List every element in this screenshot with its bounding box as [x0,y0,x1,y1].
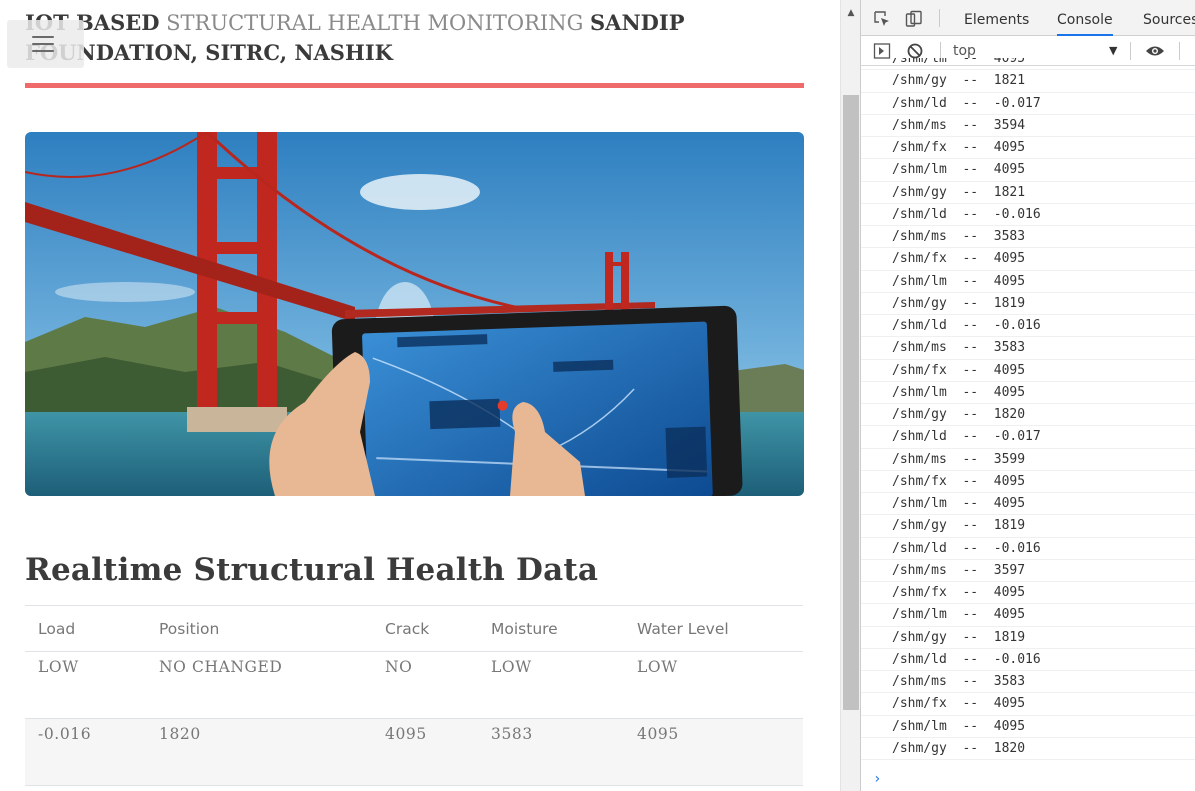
console-log-line: /shm/ms -- 3599 [861,449,1195,471]
column-header: Moisture [478,605,624,652]
console-log-line: /shm/lm -- 4095 [861,493,1195,516]
hero-image [25,132,804,496]
page-title: IOT BASED STRUCTURAL HEALTH MONITORING S… [25,8,815,68]
console-log-line: /shm/gy -- 1820 [861,738,1195,760]
console-log-line: /shm/lm -- 4095 [861,159,1195,182]
console-log-line: /shm/ms -- 3597 [861,560,1195,582]
console-log-line: /shm/fx -- 4095 [861,248,1195,271]
console-log-line: /shm/gy -- 1819 [861,515,1195,538]
console-log-line: /shm/fx -- 4095 [861,471,1195,493]
table-row: -0.016 1820 4095 3583 4095 [25,718,803,786]
console-log-line: /shm/ld -- -0.017 [861,93,1195,115]
console-log-line: /shm/ms -- 3583 [861,226,1195,249]
hamburger-menu-icon [31,36,54,52]
console-log-line: /shm/lm -- 4095 [861,271,1195,293]
console-log-line: /shm/ms -- 3583 [861,671,1195,694]
console-log-line: /shm/ld -- -0.016 [861,204,1195,226]
bridge-tablet-illustration [25,132,804,496]
toolbar-divider [939,9,940,27]
table-cell: 3583 [478,718,624,786]
device-toolbar-icon[interactable] [905,10,923,28]
console-prompt[interactable]: › [873,771,881,787]
console-log-line: /shm/lm -- 4095 [861,716,1195,738]
table-cell: 1820 [146,718,372,786]
scrollbar-thumb[interactable] [843,95,859,710]
table-cell: -0.016 [25,718,146,786]
console-log-line: /shm/gy -- 1820 [861,404,1195,427]
console-log-line: /shm/lm -- 4095 [861,604,1195,627]
console-log-line: /shm/ms -- 3594 [861,115,1195,137]
devtools-tab-bar: Elements Console Sources [861,0,1195,36]
title-divider [25,83,804,88]
table-cell: LOW [624,651,803,719]
console-log-line: /shm/ld -- -0.016 [861,649,1195,671]
column-header: Water Level [624,605,803,652]
console-log-line: /shm/gy -- 1821 [861,70,1195,93]
eye-icon[interactable] [1145,43,1165,59]
console-log-line: /shm/gy -- 1821 [861,182,1195,204]
context-selector[interactable]: top [953,43,976,59]
table-row: LOW NO CHANGED NO LOW LOW [25,651,803,719]
console-log-line: /shm/ld -- -0.016 [861,315,1195,338]
console-log-line: /shm/ms -- 3583 [861,337,1195,360]
column-header: Crack [372,605,478,652]
console-log-line: /shm/gy -- 1819 [861,627,1195,649]
table-cell: 4095 [624,718,803,786]
console-log-line: /shm/fx -- 4095 [861,693,1195,716]
structural-health-table: Load Position Crack Moisture Water Level… [25,605,803,786]
console-log: /shm/lm -- 4095/shm/gy -- 1821/shm/ld --… [861,58,1195,771]
webpage: IOT BASED STRUCTURAL HEALTH MONITORING S… [0,0,840,791]
console-log-line: /shm/gy -- 1819 [861,293,1195,315]
table-header-row: Load Position Crack Moisture Water Level [25,605,803,652]
console-log-line: /shm/fx -- 4095 [861,137,1195,160]
page-scrollbar[interactable]: ▲ [840,0,860,791]
scroll-up-arrow-icon[interactable]: ▲ [841,8,861,18]
console-log-line: /shm/lm -- 4095 [861,382,1195,404]
column-header: Position [146,605,372,652]
tab-sources[interactable]: Sources [1143,12,1195,28]
table-cell: 4095 [372,718,478,786]
table-cell: LOW [25,651,146,719]
console-log-line: /shm/fx -- 4095 [861,582,1195,605]
table-cell: NO CHANGED [146,651,372,719]
section-heading: Realtime Structural Health Data [25,552,599,588]
inspect-element-icon[interactable] [873,10,891,28]
console-log-line: /shm/lm -- 4095 [861,58,1195,71]
page-title-regular: STRUCTURAL HEALTH MONITORING [159,11,591,35]
tab-elements[interactable]: Elements [964,12,1029,28]
chevron-down-icon[interactable]: ▼ [1109,44,1117,57]
table-cell: LOW [478,651,624,719]
console-log-line: /shm/ld -- -0.016 [861,538,1195,560]
devtools-panel: Elements Console Sources top ▼ /shm/lm -… [860,0,1195,791]
console-log-line: /shm/ld -- -0.017 [861,426,1195,449]
column-header: Load [25,605,146,652]
table-cell: NO [372,651,478,719]
menu-button[interactable] [7,20,84,68]
tab-console[interactable]: Console [1057,12,1113,36]
console-log-line: /shm/fx -- 4095 [861,360,1195,382]
